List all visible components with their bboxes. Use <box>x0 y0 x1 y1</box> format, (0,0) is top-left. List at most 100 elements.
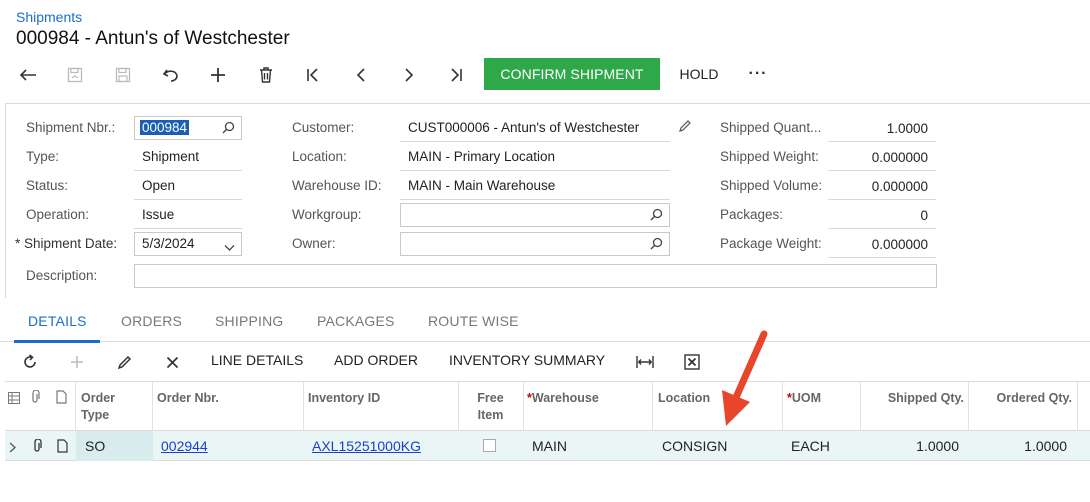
first-record-icon[interactable] <box>298 58 328 91</box>
header-free-item-line1: Free <box>477 391 504 405</box>
search-icon[interactable] <box>650 208 663 226</box>
type-underline <box>134 170 242 171</box>
customer-value[interactable]: CUST000006 - Antun's of Westchester <box>408 120 639 135</box>
back-icon[interactable] <box>13 58 43 91</box>
cell-warehouse[interactable]: MAIN <box>532 438 567 454</box>
grid-toolbar: LINE DETAILS ADD ORDER INVENTORY SUMMARY <box>0 346 1090 376</box>
status-value: Open <box>142 178 176 193</box>
warehouse-value[interactable]: MAIN - Main Warehouse <box>408 178 555 193</box>
hold-button[interactable]: HOLD <box>668 58 730 90</box>
header-inventory-id[interactable]: Inventory ID <box>308 390 380 407</box>
workgroup-input[interactable] <box>400 203 670 227</box>
edit-pencil-icon[interactable] <box>678 119 692 138</box>
free-item-checkbox[interactable] <box>483 439 496 452</box>
more-menu-button[interactable]: ··· <box>740 58 776 90</box>
add-icon[interactable] <box>203 58 233 91</box>
save-close-icon[interactable] <box>60 58 90 91</box>
cell-uom[interactable]: EACH <box>791 438 830 454</box>
edit-icon[interactable] <box>113 351 135 373</box>
add-order-button[interactable]: ADD ORDER <box>334 352 418 368</box>
shipment-nbr-input[interactable]: 000984 <box>134 116 242 140</box>
owner-input[interactable] <box>400 232 670 256</box>
tab-packages[interactable]: PACKAGES <box>317 313 395 329</box>
location-label: Location: <box>292 149 347 164</box>
inventory-id-link[interactable]: AXL15251000KG <box>312 438 421 454</box>
cell-order-nbr[interactable]: 002944 <box>161 438 208 454</box>
header-ordered-qty[interactable]: Ordered Qty. <box>973 390 1072 407</box>
cell-location[interactable]: CONSIGN <box>662 438 727 454</box>
breadcrumb[interactable]: Shipments <box>16 9 82 25</box>
header-shipped-qty[interactable]: Shipped Qty. <box>865 390 964 407</box>
customer-label: Customer: <box>292 120 355 135</box>
page-title: 000984 - Antun's of Westchester <box>16 28 290 49</box>
column-separator <box>782 382 783 432</box>
header-uom-text: UOM <box>791 391 822 405</box>
shipped-quantity-underline <box>828 141 936 142</box>
header-warehouse[interactable]: *Warehouse <box>527 390 599 407</box>
tab-bar: DETAILS ORDERS SHIPPING PACKAGES ROUTE W… <box>0 306 1090 343</box>
notes-icon[interactable] <box>57 439 68 458</box>
column-separator <box>152 382 153 432</box>
inventory-summary-button[interactable]: INVENTORY SUMMARY <box>449 352 605 368</box>
type-label: Type: <box>26 149 60 164</box>
tab-route-wise[interactable]: ROUTE WISE <box>428 313 519 329</box>
shipped-volume-label: Shipped Volume: <box>720 178 823 193</box>
cell-shipped-qty[interactable]: 1.0000 <box>865 438 959 454</box>
search-icon[interactable] <box>650 237 663 255</box>
chevron-down-icon[interactable] <box>224 239 235 257</box>
description-input[interactable] <box>134 264 937 288</box>
annotation-arrow-icon <box>722 330 768 426</box>
cell-inventory-id[interactable]: AXL15251000KG <box>312 438 421 454</box>
attachment-icon[interactable] <box>32 438 42 458</box>
package-weight-label: Package Weight: <box>720 236 822 251</box>
column-separator <box>523 382 524 432</box>
tab-orders[interactable]: ORDERS <box>121 313 182 329</box>
order-nbr-link[interactable]: 002944 <box>161 438 208 454</box>
packages-label: Packages: <box>720 207 784 222</box>
tab-shipping[interactable]: SHIPPING <box>215 313 284 329</box>
operation-underline <box>134 228 242 229</box>
main-toolbar: CONFIRM SHIPMENT HOLD ··· <box>0 58 800 91</box>
save-icon[interactable] <box>108 58 138 91</box>
header-uom[interactable]: *UOM <box>787 390 821 407</box>
location-value[interactable]: MAIN - Primary Location <box>408 149 555 164</box>
header-warehouse-text: Warehouse <box>531 391 599 405</box>
shipped-weight-value: 0.000000 <box>871 150 928 165</box>
row-settings-icon[interactable] <box>8 391 20 409</box>
packages-underline <box>828 228 936 229</box>
package-weight-underline <box>828 257 936 258</box>
line-details-button[interactable]: LINE DETAILS <box>211 352 303 368</box>
fit-columns-icon[interactable] <box>634 351 656 373</box>
refresh-icon[interactable] <box>19 351 41 373</box>
shipment-date-label: * Shipment Date: <box>15 236 117 251</box>
tab-details[interactable]: DETAILS <box>28 313 87 329</box>
package-weight-value: 0.000000 <box>871 237 928 252</box>
search-icon[interactable] <box>222 121 235 139</box>
delete-icon[interactable] <box>251 58 281 91</box>
table-row[interactable]: SO 002944 AXL15251000KG MAIN CONSIGN EAC… <box>5 431 1090 461</box>
shipped-volume-underline <box>828 199 936 200</box>
confirm-shipment-button[interactable]: CONFIRM SHIPMENT <box>484 58 660 90</box>
add-row-icon[interactable] <box>66 351 88 373</box>
previous-record-icon[interactable] <box>346 58 376 91</box>
attachment-header-icon <box>30 389 40 409</box>
shipped-quantity-label: Shipped Quant... <box>720 120 822 135</box>
row-expand-chevron-icon[interactable] <box>9 440 16 458</box>
cell-ordered-qty[interactable]: 1.0000 <box>973 438 1067 454</box>
type-value: Shipment <box>142 149 200 164</box>
shipment-nbr-value: 000984 <box>140 120 190 135</box>
delete-row-icon[interactable] <box>161 351 183 373</box>
next-record-icon[interactable] <box>394 58 424 91</box>
header-free-item[interactable]: Free Item <box>463 390 518 424</box>
grid-header: Order Type Order Nbr. Inventory ID Free It… <box>5 381 1090 432</box>
shipment-date-input[interactable]: 5/3/2024 <box>134 232 242 256</box>
header-order-nbr[interactable]: Order Nbr. <box>157 390 219 407</box>
header-order-type[interactable]: Order Type <box>81 390 115 424</box>
column-separator <box>458 382 459 432</box>
workgroup-label: Workgroup: <box>292 207 362 222</box>
column-separator <box>75 382 76 432</box>
cell-order-type[interactable]: SO <box>85 438 105 454</box>
undo-icon[interactable] <box>156 58 186 91</box>
last-record-icon[interactable] <box>441 58 471 91</box>
status-underline <box>134 199 242 200</box>
